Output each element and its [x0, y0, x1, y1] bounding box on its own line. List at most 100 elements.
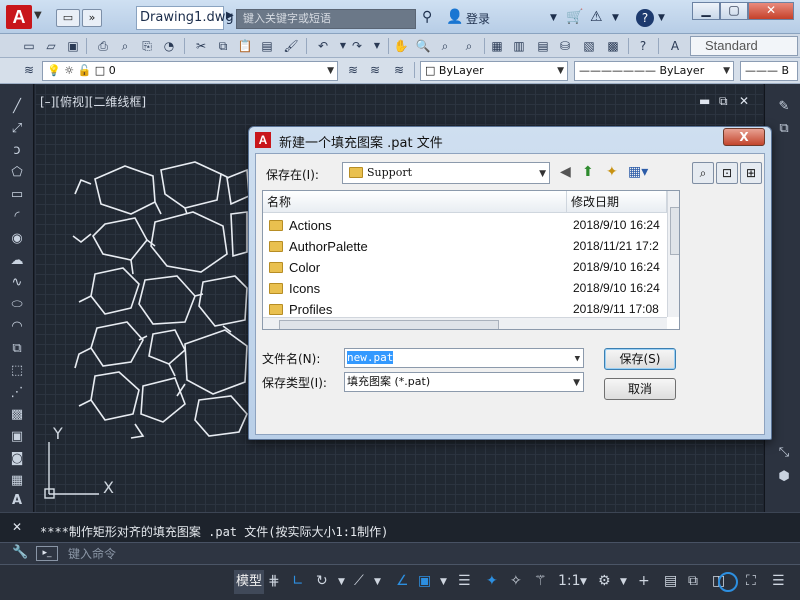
isodraft-dropdown-icon[interactable]: ▼ — [374, 577, 381, 587]
filename-field[interactable]: new.pat ▼ — [344, 348, 584, 368]
polygon-icon[interactable]: ⬠ — [8, 164, 26, 182]
more-quick-access-icon[interactable]: » — [82, 9, 102, 27]
linetype-combo[interactable]: ——————— ByLayer ▼ — [574, 61, 734, 81]
construction-line-icon[interactable]: ⤢ — [8, 120, 26, 138]
object-snap-dropdown-icon[interactable]: ▼ — [440, 577, 447, 587]
make-current-layer-icon[interactable]: ≋ — [344, 61, 362, 79]
text-style-icon[interactable]: A — [666, 37, 684, 55]
list-item[interactable]: Color 2018/9/10 16:24 — [263, 257, 667, 278]
app-menu-arrow-icon[interactable]: ▼ — [34, 10, 42, 21]
rectangle-icon[interactable]: ▭ — [8, 186, 26, 204]
point-icon[interactable]: ⋰ — [8, 384, 26, 402]
help-icon[interactable]: ? — [636, 9, 654, 27]
design-center-icon[interactable]: ▥ — [510, 37, 528, 55]
filename-dropdown-icon[interactable]: ▼ — [575, 350, 580, 368]
polyline-icon[interactable]: ↄ — [8, 142, 26, 160]
save-button[interactable]: 保存(S) — [604, 348, 676, 370]
add-favorite-icon[interactable]: ⊞ — [740, 162, 762, 184]
layer-combo[interactable]: 💡 ☼ 🔓 □ 0 ▼ — [42, 61, 338, 81]
exchange-dropdown-icon[interactable]: ▼ — [612, 13, 619, 23]
ortho-icon[interactable]: ∟ — [292, 573, 304, 589]
horizontal-scrollbar[interactable] — [263, 317, 667, 329]
filetype-dropdown-icon[interactable]: ▼ — [573, 374, 580, 392]
redo-icon[interactable]: ↷ — [348, 37, 366, 55]
fullscreen-icon[interactable]: ⛶ — [746, 573, 756, 589]
up-folder-icon[interactable]: ⬆ — [582, 164, 594, 180]
layer-state-icon[interactable]: ≋ — [390, 61, 408, 79]
isodraft-icon[interactable]: ⟋ — [354, 573, 364, 589]
table-icon[interactable]: ▦ — [8, 472, 26, 490]
color-combo[interactable]: □ ByLayer ▼ — [420, 61, 568, 81]
scale-value[interactable]: 1:1 — [558, 573, 581, 589]
file-list[interactable]: 名称 修改日期 Actions 2018/9/10 16:24 AuthorPa… — [262, 190, 680, 330]
column-header-name[interactable]: 名称 — [263, 191, 567, 213]
workspace-dropdown-icon[interactable]: ▼ — [620, 577, 627, 587]
erase-icon[interactable]: ✎ — [775, 98, 793, 116]
pan-icon[interactable]: ✋ — [392, 37, 410, 55]
hatch-icon[interactable]: ▩ — [8, 406, 26, 424]
filetype-select[interactable]: 填充图案 (*.pat) ▼ — [344, 372, 584, 392]
new-file-icon[interactable]: ▭ — [56, 9, 80, 27]
text-style-combo[interactable]: Standard — [690, 36, 798, 56]
workspace-gear-icon[interactable]: ⚙ — [598, 573, 611, 589]
column-header-date[interactable]: 修改日期 — [567, 191, 667, 213]
binoculars-icon[interactable]: ⚲ — [422, 9, 432, 25]
circle-icon[interactable]: ◉ — [8, 230, 26, 248]
quick-properties-icon[interactable]: ▤ — [664, 573, 677, 589]
plus-icon[interactable]: + — [638, 573, 650, 589]
save-in-dropdown-icon[interactable]: ▼ — [539, 164, 546, 184]
search-web-icon[interactable]: ⌕ — [692, 162, 714, 184]
layer-properties-icon[interactable]: ≋ — [20, 61, 38, 79]
clean-screen-ring-icon[interactable] — [718, 572, 738, 592]
osnap-tracking-icon[interactable]: ∠ — [396, 573, 409, 589]
close-window-button[interactable]: ✕ — [748, 2, 794, 20]
grid-icon[interactable]: ⋕ — [268, 573, 280, 589]
copy-icon[interactable]: ⧉ — [214, 37, 232, 55]
match-properties-icon[interactable]: 🖌 — [282, 37, 300, 55]
login-link[interactable]: 登录 — [466, 10, 490, 27]
new-icon[interactable]: ▭ — [20, 37, 38, 55]
layer-previous-icon[interactable]: ≋ — [366, 61, 384, 79]
arc-icon[interactable]: ◜ — [8, 208, 26, 226]
zoom-realtime-icon[interactable]: 🔍 — [414, 37, 432, 55]
exchange-icon[interactable]: ⚠ — [590, 9, 603, 25]
line-icon[interactable]: ╱ — [8, 98, 26, 116]
command-prompt-icon[interactable]: ▸_ — [36, 546, 58, 561]
object-snap-icon[interactable]: ▣ — [418, 573, 431, 589]
scale-dropdown-icon[interactable]: ▼ — [580, 577, 587, 587]
isolate-objects-icon[interactable]: ⧉ — [688, 573, 698, 589]
maximize-button[interactable]: ▢ — [720, 2, 748, 20]
minimize-button[interactable]: ▁ — [692, 2, 720, 20]
undo-icon[interactable]: ↶ — [314, 37, 332, 55]
save-in-combo[interactable]: Support ▼ — [342, 162, 550, 184]
ellipse-arc-icon[interactable]: ◠ — [8, 318, 26, 336]
color-dropdown-icon[interactable]: ▼ — [557, 62, 564, 80]
zoom-window-icon[interactable]: ⌕ — [436, 37, 454, 55]
insert-block-icon[interactable]: ⧉ — [8, 340, 26, 358]
login-dropdown-icon[interactable]: ▼ — [550, 13, 557, 23]
cut-icon[interactable]: ✂ — [192, 37, 210, 55]
search-input[interactable] — [236, 9, 416, 29]
tool-palettes-icon[interactable]: ▤ — [534, 37, 552, 55]
horizontal-scroll-thumb[interactable] — [279, 320, 499, 329]
command-input[interactable] — [64, 545, 764, 563]
linetype-dropdown-icon[interactable]: ▼ — [723, 62, 730, 80]
3d-print-icon[interactable]: ◔ — [160, 37, 178, 55]
lineweight-combo[interactable]: ——— B — [740, 61, 798, 81]
locate-icon[interactable]: ⊡ — [716, 162, 738, 184]
zoom-previous-icon[interactable]: ⌕ — [460, 37, 478, 55]
new-folder-icon[interactable]: ✦ — [606, 164, 618, 180]
back-icon[interactable]: ◀ — [560, 164, 571, 180]
help-toolbar-icon[interactable]: ? — [634, 37, 652, 55]
revision-cloud-icon[interactable]: ☁ — [8, 252, 26, 270]
redo-dropdown-icon[interactable]: ▼ — [368, 37, 386, 55]
command-close-icon[interactable]: ✕ — [12, 520, 22, 534]
explode-icon[interactable]: ⬢ — [775, 468, 793, 486]
print-preview-icon[interactable]: ⌕ — [116, 37, 134, 55]
save-icon[interactable]: ▣ — [64, 37, 82, 55]
print-icon[interactable]: ⎙ — [94, 37, 112, 55]
sheet-set-icon[interactable]: ⛁ — [556, 37, 574, 55]
annotation-scale-icon[interactable]: ⚚ — [534, 573, 547, 589]
vertical-scroll-thumb[interactable] — [670, 207, 679, 255]
app-logo[interactable]: A — [6, 5, 32, 29]
